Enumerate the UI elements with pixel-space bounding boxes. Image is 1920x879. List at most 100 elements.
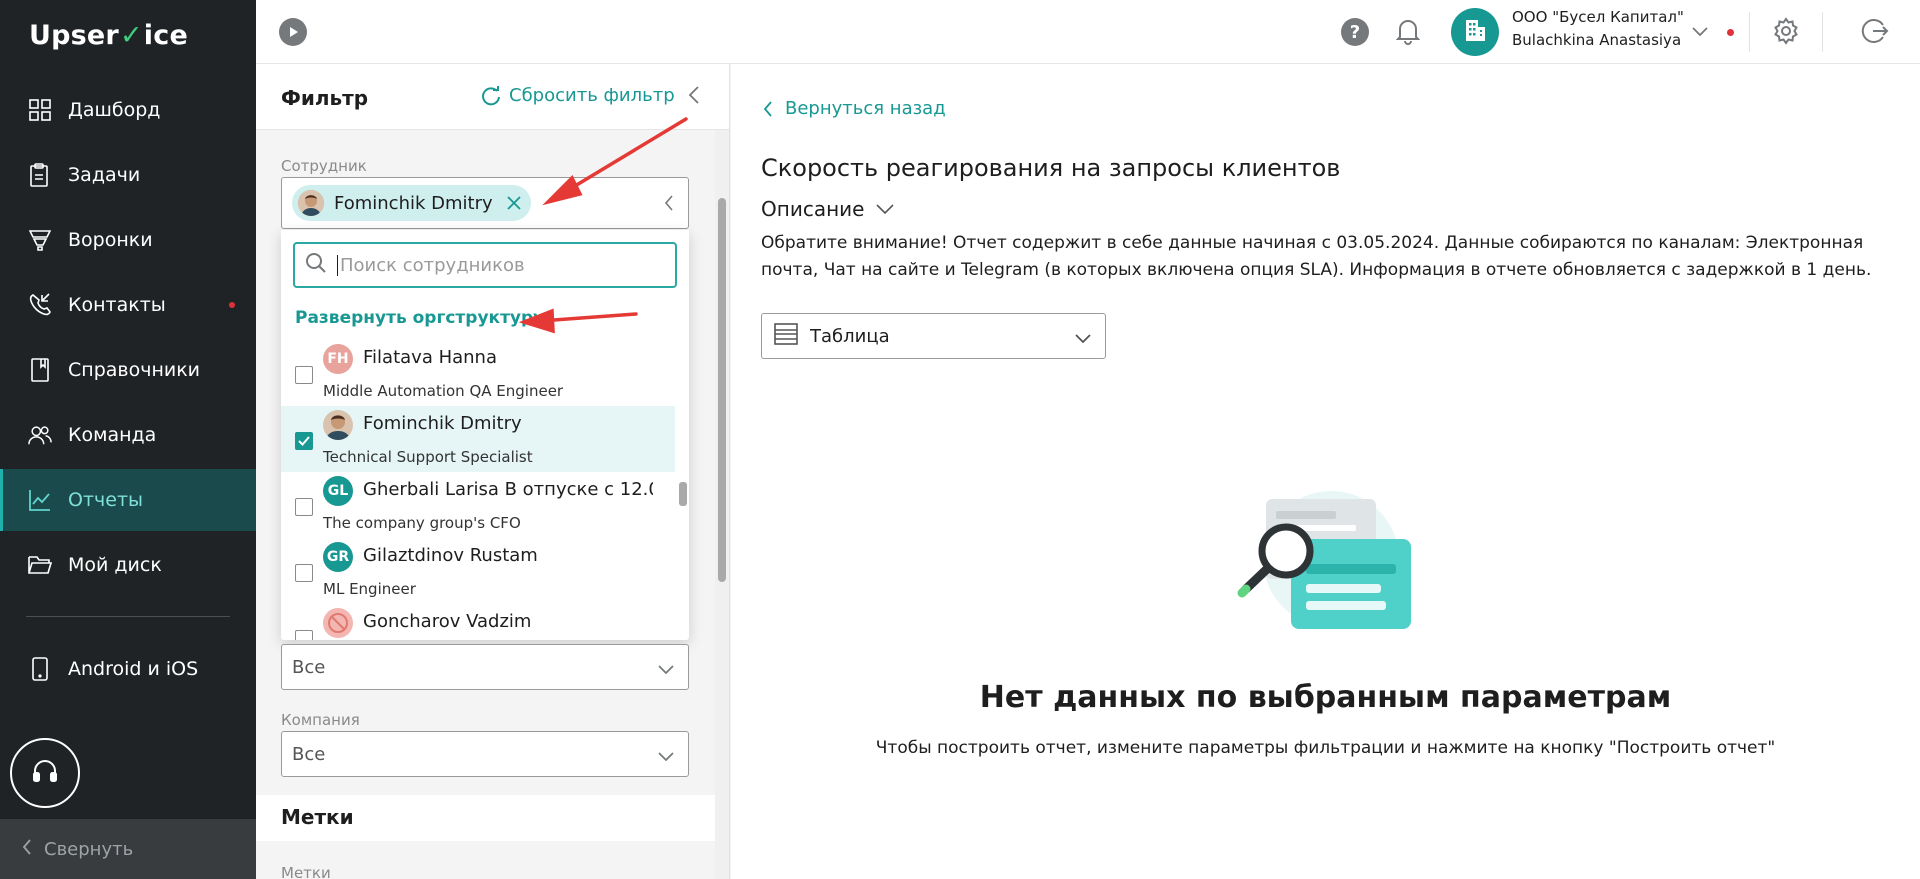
back-link[interactable]: Вернуться назад <box>763 98 946 119</box>
sidebar-item-funnels[interactable]: Воронки <box>0 209 256 271</box>
chevron-left-icon[interactable] <box>664 195 674 215</box>
employee-item[interactable]: GR Gilaztdinov Rustam ML Engineer <box>281 538 675 604</box>
sidebar-item-dashboard[interactable]: Дашборд <box>0 79 256 141</box>
report-content: Вернуться назад Скорость реагирования на… <box>731 64 1920 879</box>
employee-checkbox[interactable] <box>295 366 313 384</box>
sidebar-item-contacts[interactable]: Контакты <box>0 274 256 336</box>
bell-icon[interactable] <box>1395 17 1421 49</box>
empty-state-subtitle: Чтобы построить отчет, измените параметр… <box>875 738 1776 758</box>
description-toggle-label: Описание <box>761 197 865 221</box>
employee-select[interactable]: Fominchik Dmitry <box>281 177 689 229</box>
employee-search-box[interactable] <box>293 242 677 288</box>
employee-dropdown: Развернуть оргструктуру FH Filatava Hann… <box>281 230 689 640</box>
employee-name: Gherbali Larisa В отпуске с 12.09 по <box>363 479 653 500</box>
employee-role: Middle Automation QA Engineer <box>323 382 564 400</box>
employee-item[interactable]: Fominchik Dmitry Technical Support Speci… <box>281 406 675 472</box>
help-icon[interactable]: ? <box>1341 18 1369 46</box>
filter-select[interactable]: Все <box>281 644 689 690</box>
select-value: Все <box>292 743 326 765</box>
view-mode-select[interactable]: Таблица <box>761 313 1106 359</box>
folder-icon <box>28 553 52 577</box>
gear-icon[interactable] <box>1772 17 1800 49</box>
employee-checkbox[interactable] <box>295 564 313 582</box>
user-name[interactable]: Bulachkina Anastasiya <box>1512 31 1681 49</box>
chart-icon <box>28 488 52 512</box>
collapse-panel-icon[interactable] <box>688 86 700 108</box>
search-icon <box>305 252 327 278</box>
employee-role: ML Engineer <box>323 580 416 598</box>
tags-label: Метки <box>281 864 331 879</box>
report-description: Обратите внимание! Отчет содержит в себе… <box>761 233 1872 280</box>
header-divider <box>1749 12 1750 52</box>
company-select[interactable]: Все <box>281 731 689 777</box>
employee-checkbox[interactable] <box>295 630 313 640</box>
close-icon[interactable] <box>506 196 521 210</box>
sidebar: Upser ✓ ice Дашборд Задачи Воронки Контакт… <box>0 0 256 879</box>
chip-label: Fominchik Dmitry <box>334 192 493 214</box>
chevron-left-icon <box>763 100 772 117</box>
dashboard-icon <box>28 98 52 122</box>
employee-label: Сотрудник <box>281 157 367 175</box>
sidebar-item-mobile-apps[interactable]: Android и iOS <box>0 638 256 700</box>
logout-icon[interactable] <box>1861 17 1889 49</box>
filter-scrollbar[interactable] <box>715 130 729 879</box>
header-divider <box>1822 12 1823 52</box>
employee-role: Technical Support Specialist <box>323 448 533 466</box>
description-toggle[interactable]: Описание <box>761 197 895 221</box>
sidebar-item-reports[interactable]: Отчеты <box>0 469 256 531</box>
dropdown-scrollbar[interactable] <box>677 340 689 640</box>
employee-checkbox[interactable] <box>295 432 313 450</box>
tags-title: Метки <box>281 805 354 829</box>
employee-name: Filatava Hanna <box>363 347 497 368</box>
company-avatar[interactable] <box>1451 8 1499 56</box>
chevron-down-icon <box>876 204 895 214</box>
company-name[interactable]: ООО "Бусел Капитал" <box>1512 8 1684 26</box>
chevron-left-icon <box>22 838 32 860</box>
sidebar-item-label: Команда <box>68 424 157 446</box>
reset-filter-button[interactable]: Сбросить фильтр <box>481 85 675 106</box>
logo-text-start: Upser <box>29 20 119 51</box>
employee-checkbox[interactable] <box>295 498 313 516</box>
sidebar-item-my-disk[interactable]: Мой диск <box>0 534 256 596</box>
report-title: Скорость реагирования на запросы клиенто… <box>761 154 1341 182</box>
support-button[interactable] <box>10 738 80 808</box>
scrollbar-thumb[interactable] <box>679 482 687 506</box>
collapse-label: Свернуть <box>44 838 134 860</box>
refresh-icon <box>482 85 500 105</box>
top-bar: ? ООО "Бусел Капитал" Bulachkina Anastas… <box>256 0 1920 64</box>
book-icon <box>28 358 52 382</box>
sidebar-item-label: Задачи <box>68 164 141 186</box>
employee-search-input[interactable] <box>337 254 657 276</box>
employee-item[interactable]: FH Filatava Hanna Middle Automation QA E… <box>281 340 675 406</box>
employee-item[interactable]: Goncharov Vadzim <box>281 604 675 640</box>
sidebar-item-label: Мой диск <box>68 554 162 576</box>
employee-item[interactable]: GL Gherbali Larisa В отпуске с 12.09 по … <box>281 472 675 538</box>
sidebar-item-directories[interactable]: Справочники <box>0 339 256 401</box>
scrollbar-thumb[interactable] <box>718 198 726 582</box>
select-value: Все <box>292 656 326 678</box>
empty-state-title: Нет данных по выбранным параметрам <box>979 680 1672 715</box>
sidebar-item-label: Дашборд <box>68 99 161 121</box>
building-icon <box>1462 17 1488 47</box>
collapse-sidebar-button[interactable]: Свернуть <box>0 819 256 879</box>
chevron-down-icon <box>658 746 674 767</box>
chevron-down-icon[interactable] <box>1692 22 1708 41</box>
play-icon <box>287 23 299 42</box>
back-link-label: Вернуться назад <box>785 98 946 119</box>
sidebar-item-tasks[interactable]: Задачи <box>0 144 256 206</box>
app-logo[interactable]: Upser ✓ ice <box>29 20 188 51</box>
employee-avatar: GR <box>323 542 353 572</box>
filter-header: Фильтр Сбросить фильтр <box>256 64 729 130</box>
headset-icon <box>31 757 59 789</box>
sidebar-divider <box>26 616 230 617</box>
empty-state-illustration <box>1236 489 1416 653</box>
employee-avatar: FH <box>323 344 353 374</box>
sidebar-item-team[interactable]: Команда <box>0 404 256 466</box>
contacts-icon <box>28 293 52 317</box>
selected-employee-chip[interactable]: Fominchik Dmitry <box>292 185 531 221</box>
employee-name: Fominchik Dmitry <box>363 413 522 434</box>
expand-org-structure-link[interactable]: Развернуть оргструктуру <box>295 308 544 328</box>
sidebar-item-label: Справочники <box>68 359 201 381</box>
filter-panel: Фильтр Сбросить фильтр Сотрудник Fominch… <box>256 64 730 879</box>
play-button[interactable] <box>279 18 307 46</box>
